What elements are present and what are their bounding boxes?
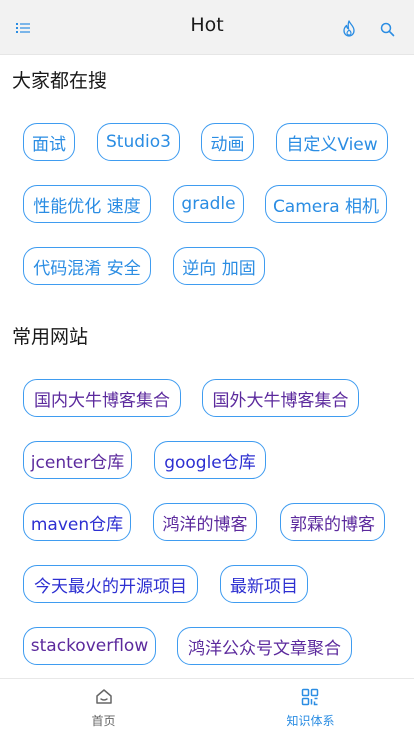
section-title-hot-search: 大家都在搜 xyxy=(12,70,108,92)
site-link-chip[interactable]: google仓库 xyxy=(154,441,266,479)
hot-search-chip[interactable]: Studio3 xyxy=(97,123,180,161)
hot-search-chip[interactable]: 代码混淆 安全 xyxy=(23,247,151,285)
bottom-navigation: 首页 知识体系 xyxy=(0,678,414,736)
site-link-chip[interactable]: 今天最火的开源项目 xyxy=(23,565,198,603)
nav-label-home: 首页 xyxy=(91,714,116,728)
site-link-chip[interactable]: 国外大牛博客集合 xyxy=(202,379,359,417)
flame-icon[interactable] xyxy=(341,20,357,37)
site-link-chip[interactable]: 国内大牛博客集合 xyxy=(23,379,181,417)
hot-search-chip[interactable]: 逆向 加固 xyxy=(173,247,265,285)
search-icon[interactable] xyxy=(380,22,395,37)
site-link-chip[interactable]: 鸿洋的博客 xyxy=(153,503,257,541)
nav-item-home[interactable]: 首页 xyxy=(0,679,207,736)
hot-search-chip[interactable]: 面试 xyxy=(23,123,75,161)
hot-search-chip[interactable]: Camera 相机 xyxy=(265,185,387,223)
site-link-chip[interactable]: jcenter仓库 xyxy=(23,441,132,479)
section-title-common-sites: 常用网站 xyxy=(12,326,89,348)
hot-search-chip[interactable]: 动画 xyxy=(201,123,254,161)
site-link-chip[interactable]: 最新项目 xyxy=(220,565,308,603)
app-bar: Hot xyxy=(0,0,414,55)
home-icon xyxy=(96,689,112,704)
site-link-chip[interactable]: 鸿洋公众号文章聚合 xyxy=(177,627,352,665)
site-link-chip[interactable]: maven仓库 xyxy=(23,503,131,541)
grid-icon xyxy=(301,688,319,706)
hot-search-chip[interactable]: gradle xyxy=(173,185,244,223)
nav-label-knowledge: 知识体系 xyxy=(286,714,335,728)
hot-search-chip[interactable]: 自定义View xyxy=(276,123,388,161)
nav-item-knowledge[interactable]: 知识体系 xyxy=(207,679,414,736)
site-link-chip[interactable]: 郭霖的博客 xyxy=(280,503,385,541)
site-link-chip[interactable]: stackoverflow xyxy=(23,627,156,665)
hot-content[interactable]: 大家都在搜 面试 Studio3 动画 自定义View 性能优化 速度 grad… xyxy=(0,55,414,677)
hot-search-chip[interactable]: 性能优化 速度 xyxy=(23,185,151,223)
